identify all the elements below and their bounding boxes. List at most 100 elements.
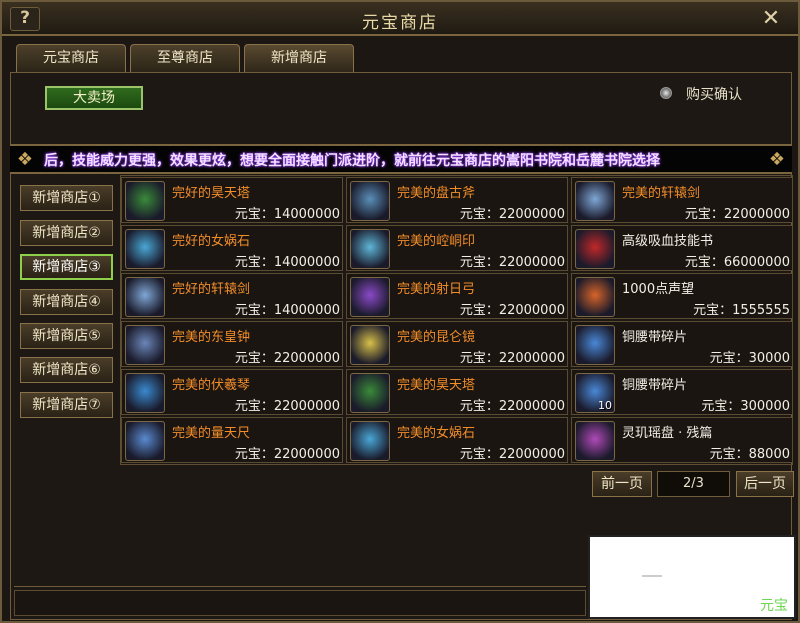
axe-icon[interactable] <box>350 181 390 221</box>
shop-item[interactable]: 完美的昆仑镜 元宝：22000000 <box>346 321 568 367</box>
item-price: 元宝：22000000 <box>459 207 565 222</box>
next-page-button[interactable]: 后一页 <box>736 471 794 497</box>
side-nav-item[interactable]: 新增商店④ <box>20 289 113 315</box>
item-name: 完美的伏羲琴 <box>172 378 251 393</box>
announcement-band: ❖ 后，技能威力更强，效果更炫，想要全面接触门派进阶，就前往元宝商店的嵩阳书院和… <box>10 144 792 174</box>
item-name: 完美的昆仑镜 <box>397 330 476 345</box>
item-name: 灵玑瑶盘 · 残篇 <box>622 426 713 441</box>
divider <box>14 586 586 587</box>
shop-item[interactable]: 完美的盘古斧元宝：22000000 <box>346 177 568 223</box>
side-nav-item[interactable]: 新增商店① <box>20 185 113 211</box>
item-name: 完好的轩辕剑 <box>172 282 251 297</box>
radio-icon[interactable] <box>660 87 672 99</box>
side-nav-item[interactable]: 新增商店② <box>20 220 113 246</box>
mirror-icon[interactable] <box>350 325 390 365</box>
stone-icon[interactable] <box>350 421 390 461</box>
ornament-icon: ❖ <box>768 149 786 170</box>
shop-item[interactable]: 高级吸血技能书元宝：66000000 <box>571 225 793 271</box>
item-name: 1000点声望 <box>622 282 695 297</box>
tower-icon[interactable] <box>125 181 165 221</box>
shop-item[interactable]: 铜腰带碎片元宝：30000 <box>571 321 793 367</box>
bell-icon[interactable] <box>125 325 165 365</box>
prev-page-button[interactable]: 前一页 <box>592 471 652 497</box>
shop-item[interactable]: 完美的量天尺元宝：22000000 <box>121 417 343 463</box>
shop-item[interactable]: 完美的崆峒印元宝：22000000 <box>346 225 568 271</box>
shop-item[interactable]: 完好的昊天塔元宝：14000000 <box>121 177 343 223</box>
shop-item[interactable]: 完美的射日弓元宝：22000000 <box>346 273 568 319</box>
purchase-confirm-option[interactable]: 购买确认 <box>658 84 768 104</box>
side-nav-item[interactable]: 新增商店⑦ <box>20 392 113 418</box>
side-nav-item[interactable]: 新增商店⑥ <box>20 357 113 383</box>
item-name: 完美的崆峒印 <box>397 234 476 249</box>
item-name: 完美的射日弓 <box>397 282 476 297</box>
item-price: 元宝：300000 <box>701 399 790 414</box>
item-price: 元宝：22000000 <box>684 207 790 222</box>
shop-item[interactable]: 完美的伏羲琴元宝：22000000 <box>121 369 343 415</box>
skill-book-icon[interactable] <box>575 229 615 269</box>
shop-item[interactable]: 完美的东皇钟 元宝：22000000 <box>121 321 343 367</box>
window-title: 元宝商店 <box>362 13 438 33</box>
shop-item[interactable]: 完好的轩辕剑 元宝：14000000 <box>121 273 343 319</box>
shop-item[interactable]: 完美的女娲石元宝：22000000 <box>346 417 568 463</box>
item-price: 元宝：14000000 <box>234 207 340 222</box>
item-name: 完美的量天尺 <box>172 426 251 441</box>
item-price: 元宝：22000000 <box>234 447 340 462</box>
page-indicator: 2/3 <box>657 471 730 497</box>
item-price: 元宝：22000000 <box>459 255 565 270</box>
item-price: 元宝：88000 <box>709 447 790 462</box>
zither-icon[interactable] <box>125 373 165 413</box>
shop-item[interactable]: 完美的昊天塔元宝：22000000 <box>346 369 568 415</box>
shop-item[interactable]: 1000点声望元宝：1555555 <box>571 273 793 319</box>
side-nav-item[interactable]: 新增商店③ <box>20 254 113 280</box>
item-name: 完好的昊天塔 <box>172 186 251 201</box>
reputation-icon[interactable] <box>575 277 615 317</box>
jade-disc-icon[interactable] <box>575 421 615 461</box>
seal-icon[interactable] <box>350 229 390 269</box>
market-button[interactable]: 大卖场 <box>45 86 143 110</box>
belt-fragment-icon[interactable] <box>575 325 615 365</box>
item-name: 铜腰带碎片 <box>622 330 688 345</box>
tab-supreme-shop[interactable]: 至尊商店 <box>130 44 240 72</box>
item-price: 元宝：30000 <box>709 351 790 366</box>
shop-window: ? 元宝商店 ✕ 元宝商店 至尊商店 新增商店 大卖场 购买确认 ❖ 后，技能威… <box>0 0 800 623</box>
tab-yuanbao-shop[interactable]: 元宝商店 <box>16 44 126 72</box>
item-price: 元宝：22000000 <box>459 399 565 414</box>
sword-icon[interactable] <box>125 277 165 317</box>
item-price: 元宝：22000000 <box>234 351 340 366</box>
announcement-text: 后，技能威力更强，效果更炫，想要全面接触门派进阶，就前往元宝商店的嵩阳书院和岳麓… <box>44 153 660 169</box>
item-name: 铜腰带碎片 <box>622 378 688 393</box>
close-icon[interactable]: ✕ <box>758 6 784 32</box>
belt-fragment-icon[interactable]: 10 <box>575 373 615 413</box>
tab-new-shop[interactable]: 新增商店 <box>244 44 354 72</box>
shop-item[interactable]: 灵玑瑶盘 · 残篇元宝：88000 <box>571 417 793 463</box>
overlay-dash <box>642 575 662 577</box>
item-name: 完美的昊天塔 <box>397 378 476 393</box>
item-price: 元宝：14000000 <box>234 255 340 270</box>
item-name: 高级吸血技能书 <box>622 234 714 249</box>
ornament-icon: ❖ <box>16 149 34 170</box>
tower-icon[interactable] <box>350 373 390 413</box>
item-name: 完美的女娲石 <box>397 426 476 441</box>
item-name: 完美的轩辕剑 <box>622 186 701 201</box>
item-price: 元宝：1555555 <box>693 303 790 318</box>
purchase-confirm-label: 购买确认 <box>686 87 742 103</box>
item-name: 完好的女娲石 <box>172 234 251 249</box>
stone-icon[interactable] <box>125 229 165 269</box>
item-name: 完美的盘古斧 <box>397 186 476 201</box>
shop-item[interactable]: 完好的女娲石元宝：14000000 <box>121 225 343 271</box>
ruler-icon[interactable] <box>125 421 165 461</box>
item-price: 元宝：22000000 <box>234 399 340 414</box>
item-price: 元宝：22000000 <box>459 447 565 462</box>
side-nav-item[interactable]: 新增商店⑤ <box>20 323 113 349</box>
item-quantity: 10 <box>598 399 612 412</box>
help-button[interactable]: ? <box>10 7 40 31</box>
shop-item[interactable]: 完美的轩辕剑元宝：22000000 <box>571 177 793 223</box>
bow-icon[interactable] <box>350 277 390 317</box>
title-bar: ? 元宝商店 ✕ <box>2 2 798 36</box>
bottom-strip <box>14 590 586 616</box>
item-price: 元宝：66000000 <box>684 255 790 270</box>
item-price: 元宝：22000000 <box>459 303 565 318</box>
overlay-box: 元宝 <box>588 535 796 619</box>
shop-item[interactable]: 10 铜腰带碎片 元宝：300000 <box>571 369 793 415</box>
sword-icon[interactable] <box>575 181 615 221</box>
